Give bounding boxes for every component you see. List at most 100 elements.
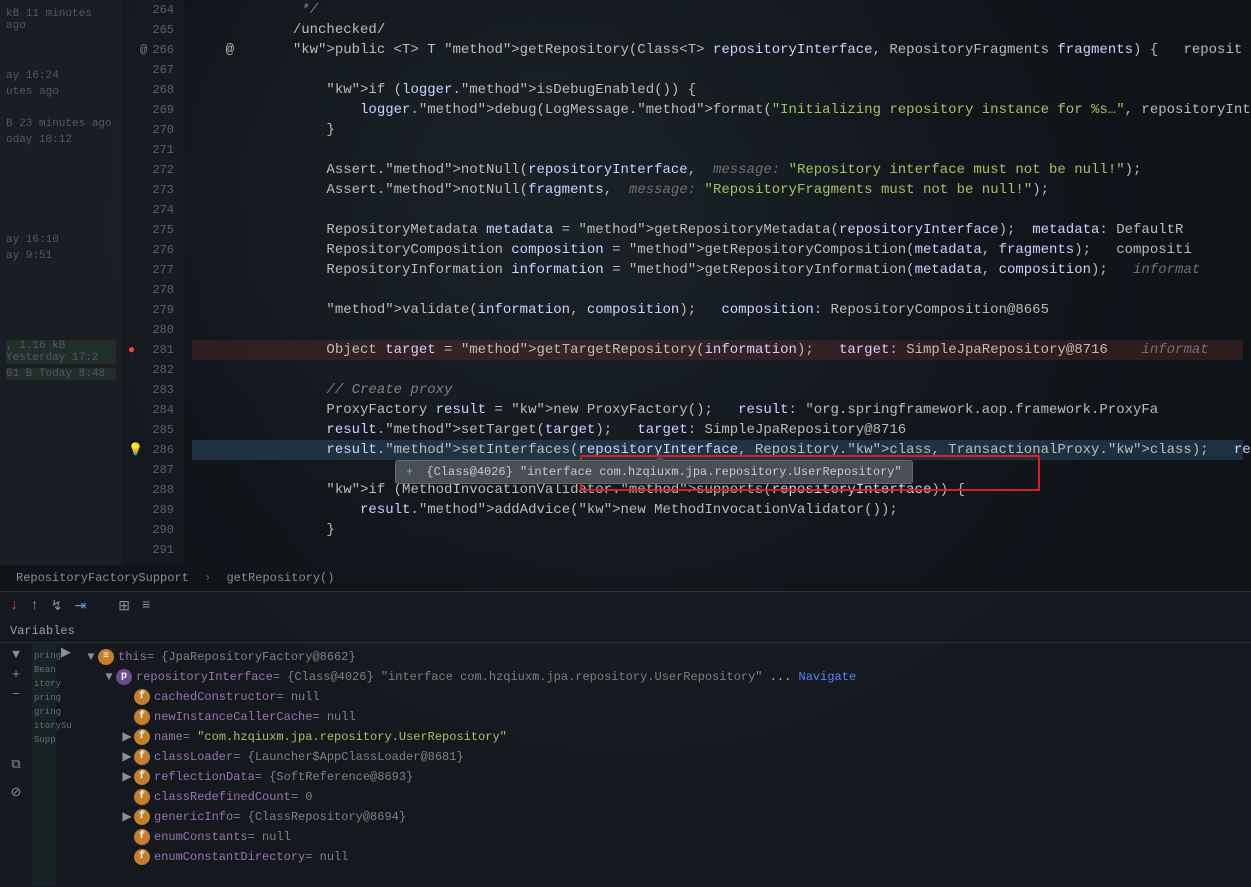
variable-row[interactable]: fcachedConstructor = null <box>84 687 1243 707</box>
toggle-icon[interactable]: ↯ <box>51 598 63 615</box>
code-line[interactable]: logger."method">debug(LogMessage."method… <box>192 100 1243 120</box>
line-number[interactable]: 273 <box>132 180 174 200</box>
line-number[interactable]: 💡286 <box>132 440 174 460</box>
line-number[interactable]: 276 <box>132 240 174 260</box>
tree-arrow-icon[interactable]: ▶ <box>120 727 134 747</box>
variable-row[interactable]: fclassRedefinedCount = 0 <box>84 787 1243 807</box>
variable-row[interactable]: fenumConstants = null <box>84 827 1243 847</box>
line-number[interactable]: 271 <box>132 140 174 160</box>
add-icon[interactable]: + <box>0 667 32 687</box>
debug-panel: ↓ ↑ ↯ ⇥ ⊞ ≡ Variables ▼ + − ⧉ ⊘ pringBea… <box>0 591 1251 887</box>
code-line[interactable]: Object target = "method">getTargetReposi… <box>192 340 1243 360</box>
gutter-hint: itory <box>34 679 54 689</box>
code-line[interactable]: // Create proxy <box>192 380 1243 400</box>
code-line[interactable]: @ "kw">public <T> T "method">getReposito… <box>192 40 1243 60</box>
variable-row[interactable]: ▶freflectionData = {SoftReference@8693} <box>84 767 1243 787</box>
code-line[interactable]: "method">validate(information, compositi… <box>192 300 1243 320</box>
list-icon[interactable]: ≡ <box>142 598 150 614</box>
calc-icon[interactable]: ⊞ <box>118 598 130 615</box>
gutter-hint: Supp <box>34 735 54 745</box>
line-number[interactable]: 272 <box>132 160 174 180</box>
panel-item: ay 16:24 <box>6 70 116 82</box>
vars-left-gutter: ▼ + − ⧉ ⊘ <box>0 643 32 886</box>
variable-value: = 0 <box>291 787 313 807</box>
type-icon: f <box>134 709 150 725</box>
tree-arrow-icon[interactable]: ▶ <box>120 767 134 787</box>
line-number[interactable]: 284 <box>132 400 174 420</box>
variable-row[interactable]: fenumConstantDirectory = null <box>84 847 1243 867</box>
expand-arrow-icon[interactable]: ▶ <box>56 645 76 660</box>
line-number[interactable]: 283 <box>132 380 174 400</box>
code-line[interactable]: RepositoryMetadata metadata = "method">g… <box>192 220 1243 240</box>
line-number[interactable]: 291 <box>132 540 174 560</box>
tree-arrow-icon[interactable]: ▼ <box>84 647 98 667</box>
line-number[interactable]: 274 <box>132 200 174 220</box>
plus-icon[interactable]: + <box>406 465 413 479</box>
variable-name: reflectionData <box>154 767 255 787</box>
code-line[interactable]: } <box>192 520 1243 540</box>
editor-area: kB 11 minutes ago ay 16:24 utes ago B 23… <box>0 0 1251 565</box>
variable-row[interactable]: ▶fclassLoader = {Launcher$AppClassLoader… <box>84 747 1243 767</box>
code-line[interactable]: RepositoryComposition composition = "met… <box>192 240 1243 260</box>
variable-row[interactable]: fnewInstanceCallerCache = null <box>84 707 1243 727</box>
line-number[interactable]: 265 <box>132 20 174 40</box>
variable-name: newInstanceCallerCache <box>154 707 312 727</box>
variable-row[interactable]: ▶fgenericInfo = {ClassRepository@8694} <box>84 807 1243 827</box>
code-line[interactable]: /unchecked/ <box>192 20 1243 40</box>
line-number[interactable]: 282 <box>132 360 174 380</box>
line-number[interactable]: 279 <box>132 300 174 320</box>
breadcrumb-item[interactable]: getRepository() <box>226 571 334 585</box>
chevron-right-icon: › <box>204 571 211 585</box>
line-number[interactable]: 280 <box>132 320 174 340</box>
line-number[interactable]: 270 <box>132 120 174 140</box>
code-line[interactable]: result."method">setTarget(target); targe… <box>192 420 1243 440</box>
down-arrow-icon[interactable]: ↓ <box>10 598 18 614</box>
line-number[interactable]: 287 <box>132 460 174 480</box>
variable-name: this <box>118 647 147 667</box>
variable-row[interactable]: ▼prepositoryInterface = {Class@4026} "in… <box>84 667 1243 687</box>
line-number[interactable]: 288 <box>132 480 174 500</box>
gutter-hint: Bean <box>34 665 54 675</box>
code-line[interactable] <box>192 140 1243 160</box>
code-line[interactable]: ProxyFactory result = "kw">new ProxyFact… <box>192 400 1243 420</box>
link-icon[interactable]: ⊘ <box>0 785 32 805</box>
code-line[interactable]: Assert."method">notNull(repositoryInterf… <box>192 160 1243 180</box>
code-line[interactable]: } <box>192 120 1243 140</box>
up-arrow-icon[interactable]: ↑ <box>30 598 38 614</box>
tree-arrow-icon[interactable]: ▶ <box>120 747 134 767</box>
code-line[interactable]: RepositoryInformation information = "met… <box>192 260 1243 280</box>
minus-icon[interactable]: − <box>0 687 32 707</box>
line-number[interactable]: 269 <box>132 100 174 120</box>
tree-arrow-icon[interactable]: ▶ <box>120 807 134 827</box>
line-number[interactable]: 268 <box>132 80 174 100</box>
line-number[interactable]: 277 <box>132 260 174 280</box>
variables-tree[interactable]: ▼≡this = {JpaRepositoryFactory@8662}▼pre… <box>76 643 1251 886</box>
line-number[interactable]: 289 <box>132 500 174 520</box>
code-line[interactable] <box>192 360 1243 380</box>
variable-row[interactable]: ▶fname = "com.hzqiuxm.jpa.repository.Use… <box>84 727 1243 747</box>
line-number[interactable]: @266 <box>132 40 174 60</box>
line-number[interactable]: 267 <box>132 60 174 80</box>
line-number[interactable]: 264 <box>132 0 174 20</box>
line-number[interactable]: 285 <box>132 420 174 440</box>
code-line[interactable]: result."method">addAdvice("kw">new Metho… <box>192 500 1243 520</box>
filter-icon[interactable]: ▼ <box>0 647 32 667</box>
type-icon: f <box>134 749 150 765</box>
code-line[interactable]: "kw">if (logger."method">isDebugEnabled(… <box>192 80 1243 100</box>
line-number[interactable]: 275 <box>132 220 174 240</box>
code-line[interactable] <box>192 280 1243 300</box>
code-line[interactable]: */ <box>192 0 1243 20</box>
breadcrumb-item[interactable]: RepositoryFactorySupport <box>16 571 189 585</box>
code-line[interactable] <box>192 320 1243 340</box>
copy-icon[interactable]: ⧉ <box>0 757 32 777</box>
line-number[interactable]: ●281 <box>132 340 174 360</box>
step-icon[interactable]: ⇥ <box>75 598 87 615</box>
code-line[interactable]: Assert."method">notNull(fragments, messa… <box>192 180 1243 200</box>
tree-arrow-icon[interactable]: ▼ <box>102 667 116 687</box>
variable-row[interactable]: ▼≡this = {JpaRepositoryFactory@8662} <box>84 647 1243 667</box>
line-number[interactable]: 278 <box>132 280 174 300</box>
code-line[interactable] <box>192 540 1243 560</box>
line-number[interactable]: 290 <box>132 520 174 540</box>
code-line[interactable] <box>192 200 1243 220</box>
code-line[interactable] <box>192 60 1243 80</box>
